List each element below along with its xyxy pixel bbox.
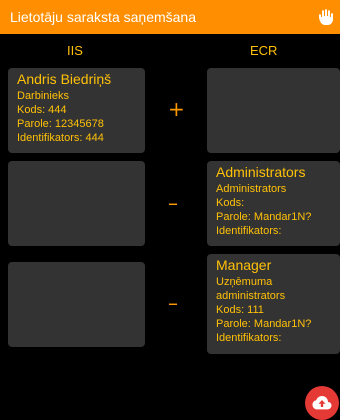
column-header-ecr: ECR: [250, 43, 278, 58]
user-password: Parole: 12345678: [17, 118, 104, 130]
user-code: Kods:: [216, 197, 245, 209]
user-name: Manager: [216, 257, 272, 273]
user-name: Andris Biedriņš: [17, 71, 112, 87]
page-title: Lietotāju saraksta saņemšana: [10, 9, 196, 25]
add-operation-icon: +: [168, 97, 185, 121]
iis-user-card[interactable]: Andris Biedriņš Darbinieks Kods: 444 Par…: [8, 68, 145, 153]
user-role: Darbinieks: [17, 90, 69, 102]
remove-operation-icon: –: [168, 191, 178, 215]
ecr-user-card[interactable]: Administrators Administrators Kods: Paro…: [207, 161, 340, 246]
cloud-upload-icon: [312, 396, 332, 410]
iis-empty-slot: [8, 161, 145, 246]
user-role-continued: administrators: [216, 290, 286, 302]
user-identifier: Identifikators:: [216, 225, 282, 237]
remove-operation-icon: –: [168, 291, 178, 315]
iis-empty-slot: [8, 262, 145, 347]
cloud-upload-button[interactable]: [305, 386, 339, 420]
hand-icon[interactable]: [316, 7, 336, 27]
user-identifier: Identifikators:: [216, 332, 282, 344]
user-role: Administrators: [216, 183, 287, 195]
user-code: Kods: 111: [216, 304, 264, 316]
ecr-empty-slot: [207, 68, 340, 153]
user-code: Kods: 444: [17, 104, 67, 116]
user-name: Administrators: [216, 164, 306, 180]
user-identifier: Identifikators: 444: [17, 132, 104, 144]
user-role: Uzņēmuma: [216, 276, 273, 288]
ecr-user-card[interactable]: Manager Uzņēmuma administrators Kods: 11…: [207, 254, 340, 354]
user-password: Parole: Mandar1N?: [216, 318, 312, 330]
column-header-iis: IIS: [67, 43, 83, 58]
user-password: Parole: Mandar1N?: [216, 211, 312, 223]
app-header: Lietotāju saraksta saņemšana: [0, 0, 340, 34]
